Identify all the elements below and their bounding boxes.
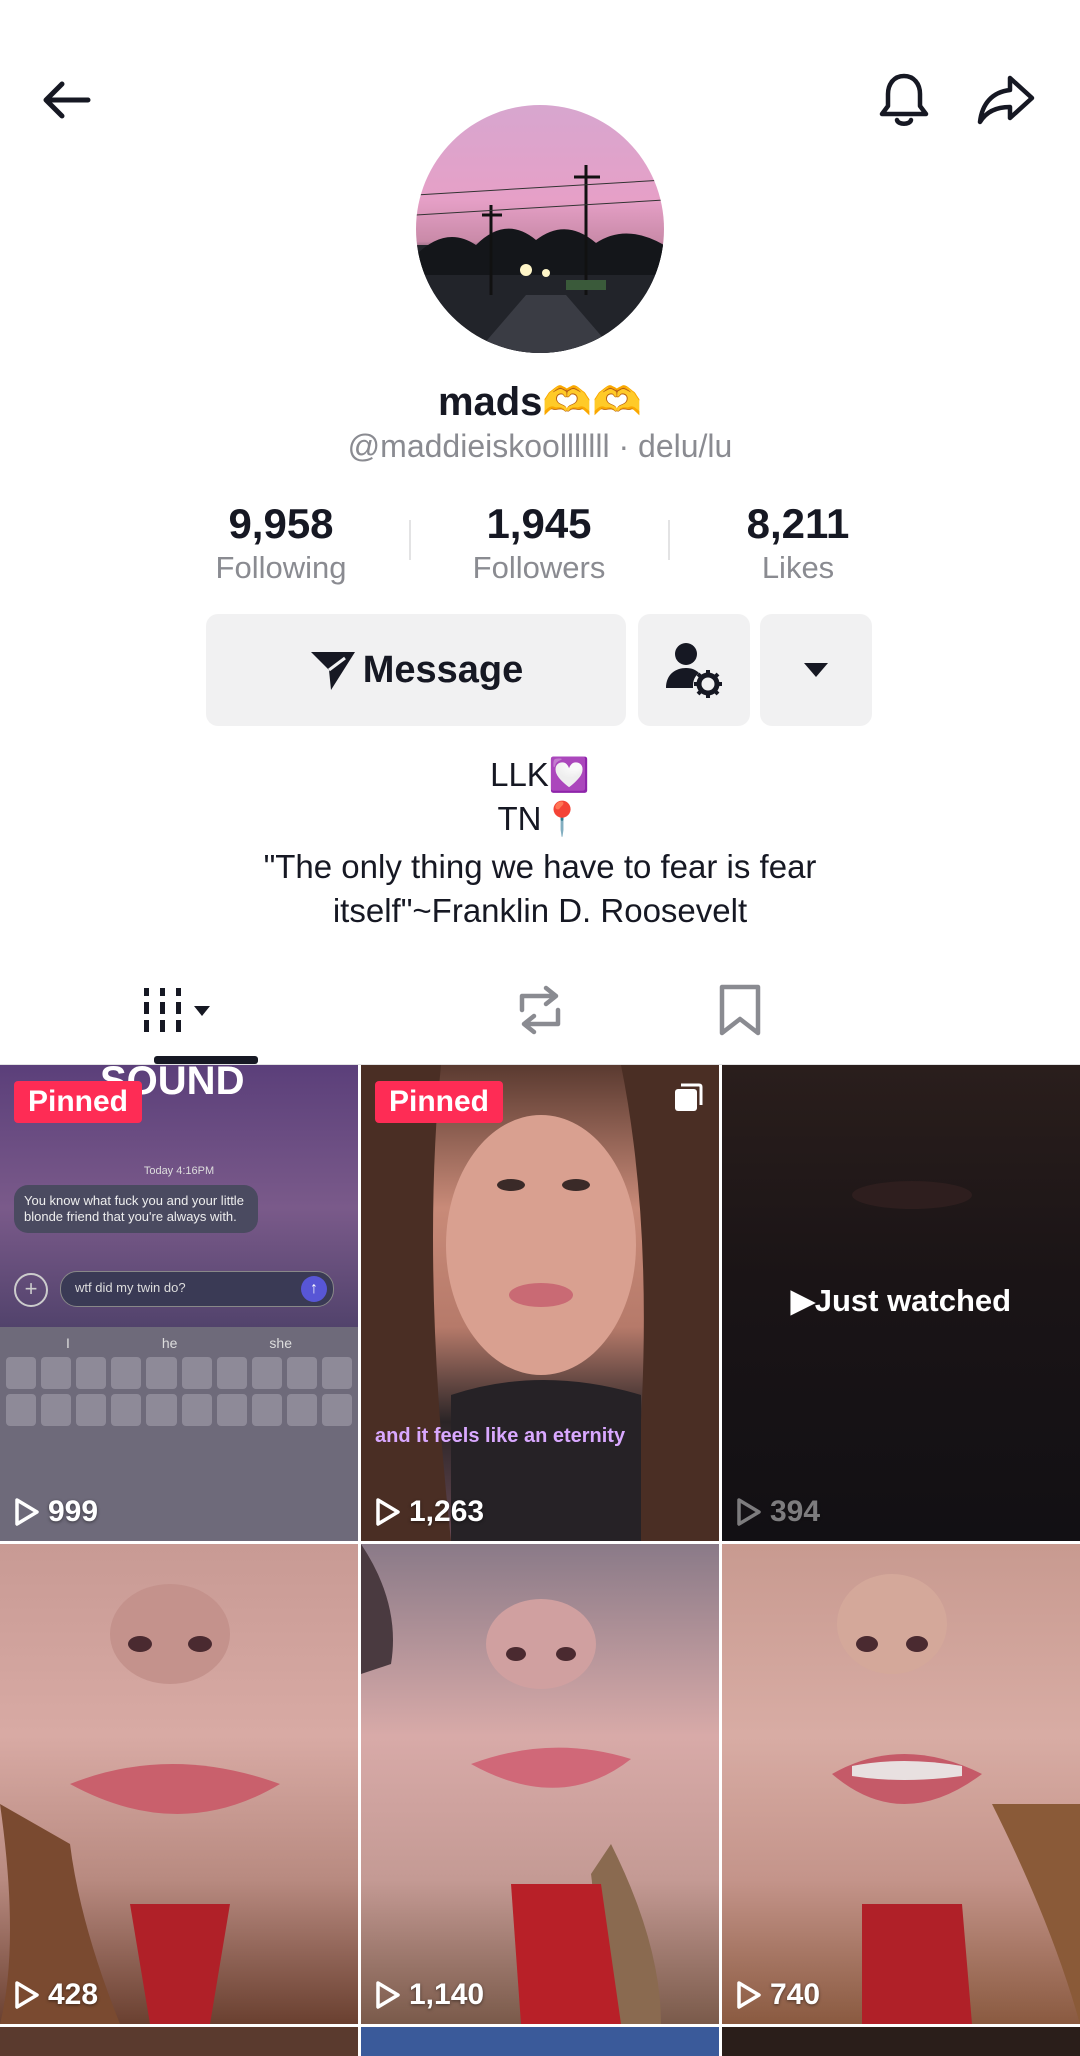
pinned-badge: Pinned: [375, 1081, 504, 1123]
message-label: Message: [362, 648, 524, 691]
play-icon: [737, 1981, 761, 2009]
stat-following-value: 9,958: [228, 500, 334, 547]
video-thumbnail[interactable]: ▶Just watched 394: [722, 1065, 1080, 1541]
video-caption: and it feels like an eternity: [375, 1425, 626, 1447]
stat-likes-value: 8,211: [746, 500, 850, 547]
stat-followers[interactable]: 1,945 Followers: [429, 500, 649, 586]
videos-tab[interactable]: [0, 970, 360, 1050]
bell-icon[interactable]: [864, 60, 944, 140]
active-tab-indicator: [154, 1056, 258, 1064]
video-thumbnail[interactable]: [722, 2027, 1080, 2056]
chat-time: Today 4:16PM: [143, 1165, 215, 1177]
chat-bubble: You know what fuck you and your little b…: [14, 1185, 258, 1233]
username: @maddieiskoolllllll · delu/lu: [347, 428, 733, 464]
view-count-value: 394: [770, 1495, 821, 1528]
view-count: 428: [14, 1978, 98, 2012]
keyboard-suggestion: he: [161, 1335, 178, 1351]
stat-divider: [409, 520, 411, 560]
stat-following-label: Following: [215, 550, 347, 585]
stat-divider: [668, 520, 670, 560]
view-count-value: 740: [770, 1978, 821, 2011]
video-thumbnail[interactable]: 1,140: [361, 1544, 719, 2024]
user-settings-icon: [666, 643, 722, 698]
video-thumbnail[interactable]: 740: [722, 1544, 1080, 2024]
send-icon: [310, 652, 355, 690]
video-thumbnail[interactable]: Pinned and it feels like an eternity 1,2…: [361, 1065, 719, 1541]
view-count-value: 428: [48, 1978, 99, 2011]
video-thumbnail[interactable]: 428: [0, 1544, 358, 2024]
video-thumbnail[interactable]: [0, 2027, 358, 2056]
keyboard-suggestion: I: [65, 1335, 70, 1351]
thumbnail-image: [832, 1574, 1080, 2024]
thumbnail-image: [361, 1544, 661, 2024]
more-dropdown-button[interactable]: [760, 614, 872, 726]
stat-followers-value: 1,945: [486, 500, 592, 547]
stat-followers-label: Followers: [472, 550, 606, 585]
chat-input: wtf did my twin do? ↑: [60, 1271, 334, 1307]
play-icon: [15, 1498, 39, 1526]
bio-line-3: "The only thing we have to fear is fear: [263, 848, 817, 885]
send-arrow-icon: ↑: [301, 1276, 327, 1302]
play-icon: [737, 1498, 761, 1526]
chat-input-text: wtf did my twin do?: [75, 1280, 186, 1295]
view-count: 740: [736, 1978, 820, 2012]
multi-photo-icon: [673, 1083, 703, 1113]
view-count: 1,263: [375, 1495, 484, 1529]
display-name: mads🫶🫶: [437, 380, 643, 424]
just-watched-text: Just watched: [814, 1283, 1012, 1318]
stat-likes-label: Likes: [761, 550, 835, 585]
view-count: 1,140: [375, 1978, 484, 2012]
bio-line-1: LLK💟: [490, 756, 590, 793]
caret-down-icon: [804, 663, 828, 677]
view-count-value: 1,263: [409, 1495, 485, 1528]
thumbnail-image: [0, 1584, 280, 2024]
bio-line-2: TN📍: [497, 800, 583, 837]
message-button[interactable]: Message: [206, 614, 626, 726]
play-icon: [376, 1981, 400, 2009]
back-arrow-icon[interactable]: [26, 60, 106, 140]
share-icon[interactable]: [966, 60, 1046, 140]
play-triangle-icon: ▶: [790, 1283, 815, 1318]
repost-icon: [519, 985, 561, 1035]
friend-settings-button[interactable]: [638, 614, 750, 726]
plus-icon: +: [14, 1273, 48, 1307]
grid-icon: [144, 988, 210, 1032]
thumbnail-image: [361, 1065, 719, 1541]
play-icon: [15, 1981, 39, 2009]
avatar[interactable]: [416, 105, 664, 353]
bio-line-4: itself"~Franklin D. Roosevelt: [332, 892, 748, 929]
favorites-tab[interactable]: [690, 970, 1050, 1050]
stat-likes[interactable]: 8,211 Likes: [688, 500, 908, 586]
view-count-value: 999: [48, 1495, 99, 1528]
keyboard-suggestion: she: [269, 1335, 292, 1351]
video-thumbnail[interactable]: SOUND Today 4:16PM You know what fuck yo…: [0, 1065, 358, 1541]
play-icon: [376, 1498, 400, 1526]
pinned-badge: Pinned: [14, 1081, 143, 1123]
video-thumbnail[interactable]: [361, 2027, 719, 2056]
view-count: 999: [14, 1495, 98, 1529]
just-watched-label: ▶Just watched: [722, 1283, 1080, 1319]
view-count-value: 1,140: [409, 1978, 485, 2011]
bookmark-icon: [719, 984, 761, 1036]
reposts-tab[interactable]: [360, 970, 720, 1050]
stat-following[interactable]: 9,958 Following: [171, 500, 391, 586]
view-count: 394: [736, 1495, 820, 1529]
